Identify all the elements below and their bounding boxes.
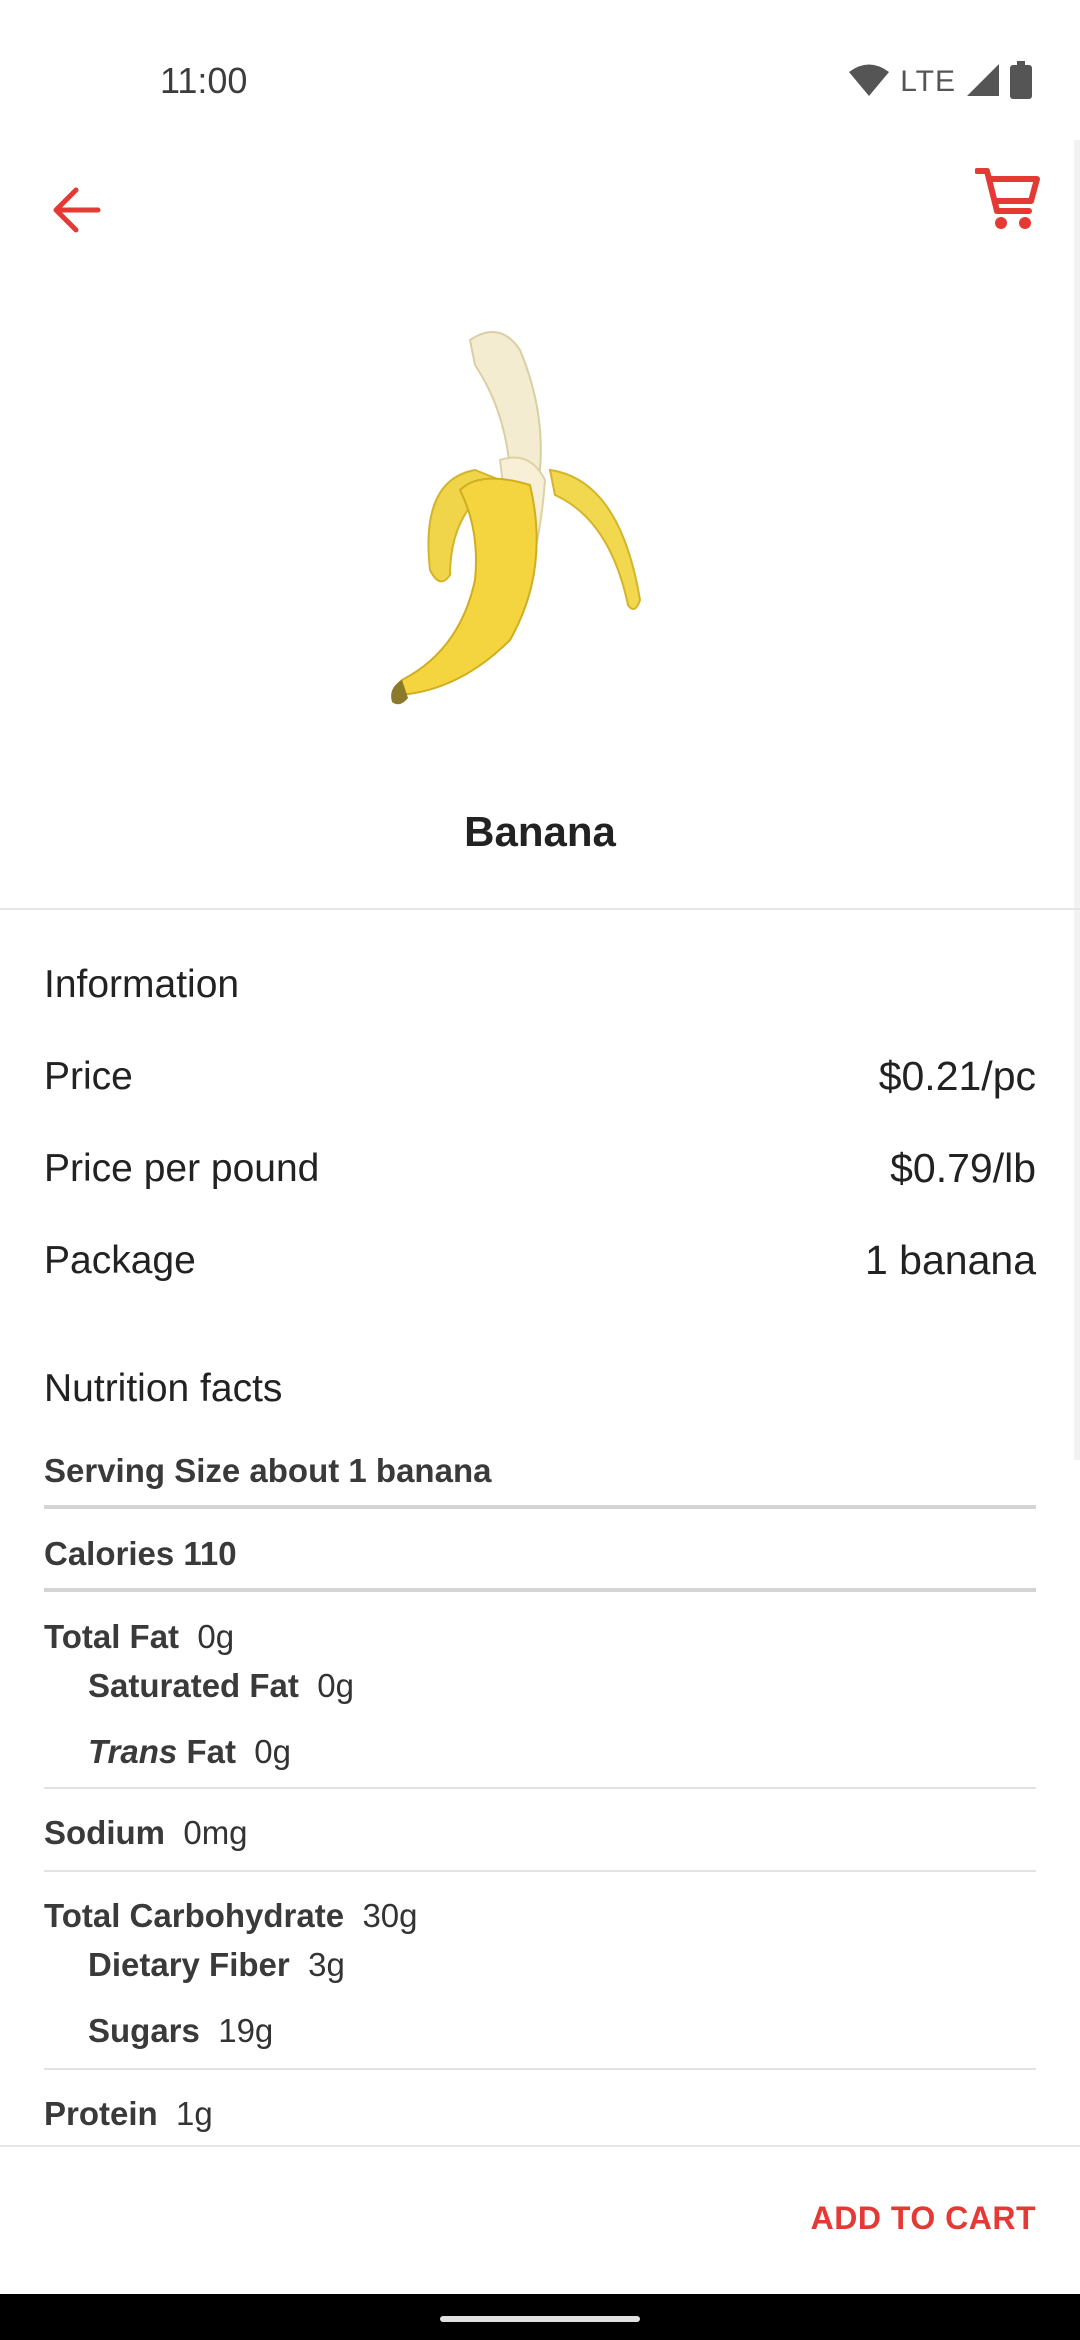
sodium-label: Sodium <box>44 1814 165 1851</box>
total-carbohydrate-value: 30g <box>362 1897 418 1934</box>
total-fat-value: 0g <box>197 1618 235 1655</box>
battery-icon <box>1010 60 1032 104</box>
arrow-back-icon <box>50 186 102 239</box>
serving-size: Serving Size about 1 banana <box>44 1452 1036 1490</box>
sugars-value: 19g <box>218 2012 274 2049</box>
bottom-bar-divider <box>0 2145 1080 2147</box>
price-value: $0.21/pc <box>878 1053 1036 1099</box>
sugars-row: Sugars 19g <box>88 2012 273 2050</box>
back-button[interactable] <box>40 176 112 248</box>
nutrition-divider <box>44 1588 1036 1592</box>
add-to-cart-button[interactable]: ADD TO CART <box>811 2200 1036 2237</box>
trans-fat-italic-label: Trans <box>88 1733 178 1770</box>
scrollbar[interactable] <box>1074 140 1080 1460</box>
product-name: Banana <box>464 808 616 855</box>
total-carbohydrate-row: Total Carbohydrate 30g <box>44 1897 1036 1935</box>
home-gesture-handle[interactable] <box>440 2316 640 2322</box>
dietary-fiber-label: Dietary Fiber <box>88 1946 290 1983</box>
nutrition-divider <box>44 1505 1036 1509</box>
dietary-fiber-row: Dietary Fiber 3g <box>88 1946 345 1984</box>
trans-fat-value: 0g <box>254 1733 292 1770</box>
trans-fat-label: Fat <box>186 1733 236 1770</box>
protein-value: 1g <box>176 2095 213 2132</box>
nutrition-divider <box>44 1787 1036 1789</box>
calories: Calories 110 <box>44 1535 1036 1573</box>
saturated-fat-label: Saturated Fat <box>88 1667 299 1704</box>
signal-icon <box>966 63 1000 102</box>
sodium-value: 0mg <box>183 1814 248 1851</box>
calories-text: Calories 110 <box>44 1535 237 1572</box>
sugars-label: Sugars <box>88 2012 200 2049</box>
protein-label: Protein <box>44 2095 158 2132</box>
cart-button[interactable] <box>966 160 1050 244</box>
nutrition-heading: Nutrition facts <box>44 1367 283 1410</box>
serving-size-text: Serving Size about 1 banana <box>44 1452 492 1489</box>
shopping-cart-icon <box>974 167 1041 238</box>
saturated-fat-row: Saturated Fat 0g <box>88 1667 354 1705</box>
protein-row: Protein 1g <box>44 2095 1036 2133</box>
package-label: Package <box>44 1239 196 1282</box>
price-per-pound-label: Price per pound <box>44 1147 320 1190</box>
sodium-row: Sodium 0mg <box>44 1814 1036 1852</box>
total-fat-label: Total Fat <box>44 1618 180 1655</box>
product-image <box>380 320 700 710</box>
total-fat-row: Total Fat 0g <box>44 1618 1036 1656</box>
price-label: Price <box>44 1055 133 1098</box>
nutrition-divider <box>44 2068 1036 2070</box>
status-icons: LTE <box>848 60 1032 104</box>
total-carbohydrate-label: Total Carbohydrate <box>44 1897 345 1934</box>
status-time: 11:00 <box>160 60 248 101</box>
network-type: LTE <box>900 65 956 98</box>
trans-fat-row: Trans Fat 0g <box>88 1733 291 1771</box>
header-divider <box>0 908 1080 910</box>
saturated-fat-value: 0g <box>317 1667 354 1704</box>
information-heading: Information <box>44 963 240 1006</box>
dietary-fiber-value: 3g <box>308 1946 345 1983</box>
nutrition-divider <box>44 1870 1036 1872</box>
price-per-pound-value: $0.79/lb <box>890 1145 1036 1191</box>
wifi-icon <box>848 63 890 102</box>
package-value: 1 banana <box>864 1237 1036 1283</box>
